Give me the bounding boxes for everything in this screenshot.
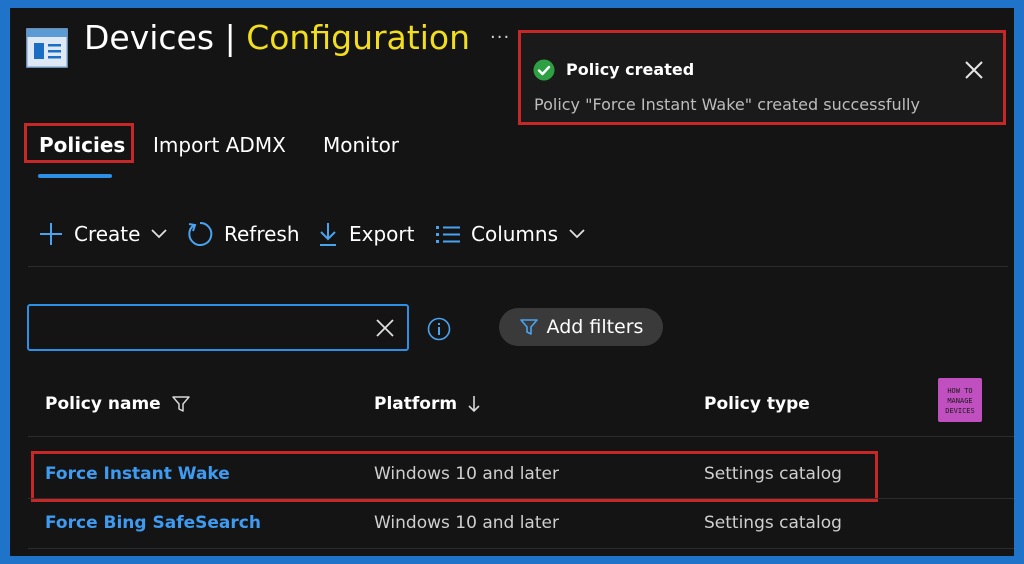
tab-import-admx[interactable]: Import ADMX — [153, 133, 286, 157]
filter-icon[interactable] — [171, 394, 191, 414]
table-header-divider — [28, 436, 1014, 437]
table-cell-platform: Windows 10 and later — [374, 513, 559, 533]
toast-title: Policy created — [566, 60, 695, 79]
success-check-icon — [533, 59, 555, 81]
chevron-down-icon — [151, 229, 168, 239]
page-title-devices: Devices — [84, 18, 215, 57]
logo-line-2: MANAGE — [947, 397, 973, 405]
page-title: Devices | Configuration — [84, 14, 470, 62]
watermark-logo: HOW TO MANAGE DEVICES — [938, 378, 982, 422]
policy-link-force-bing-safesearch[interactable]: Force Bing SafeSearch — [45, 513, 261, 533]
columns-button[interactable]: Columns — [435, 218, 586, 250]
columns-list-icon — [436, 226, 460, 243]
policy-name-header-label: Policy name — [45, 394, 161, 414]
sort-descending-icon — [468, 396, 480, 413]
create-button[interactable]: Create — [38, 218, 168, 250]
chevron-down-icon — [569, 229, 585, 239]
refresh-button[interactable]: Refresh — [186, 218, 300, 250]
toast-message: Policy "Force Instant Wake" created succ… — [534, 95, 920, 114]
table-row-divider — [28, 548, 1014, 549]
filter-icon — [519, 319, 538, 335]
clear-search-icon[interactable] — [373, 316, 397, 340]
selected-tab-indicator — [38, 174, 112, 178]
add-filters-label: Add filters — [546, 316, 644, 338]
create-label: Create — [74, 222, 141, 246]
table-cell-policy-type: Settings catalog — [704, 513, 842, 533]
refresh-icon — [188, 221, 213, 246]
close-icon[interactable] — [961, 57, 987, 83]
tab-monitor[interactable]: Monitor — [323, 133, 399, 157]
logo-line-1: HOW TO — [947, 387, 973, 395]
plus-icon — [40, 223, 62, 245]
download-icon — [320, 223, 336, 246]
policies-tab-annotation-box — [24, 123, 134, 163]
export-label: Export — [349, 222, 415, 246]
search-box[interactable] — [27, 304, 409, 351]
column-header-policy-type[interactable]: Policy type — [704, 394, 810, 414]
configuration-page-icon — [26, 28, 68, 68]
table-row-divider — [28, 498, 1014, 499]
column-header-platform[interactable]: Platform — [374, 394, 481, 414]
page-title-configuration: Configuration — [246, 18, 470, 57]
highlighted-row-annotation-box — [31, 451, 878, 502]
portal-frame: Devices | Configuration ... Policy creat… — [10, 8, 1014, 556]
platform-header-label: Platform — [374, 394, 458, 414]
search-input[interactable] — [37, 314, 361, 342]
toolbar-divider — [28, 266, 1008, 267]
notification-toast: Policy created Policy "Force Instant Wak… — [518, 30, 1006, 125]
column-header-policy-name[interactable]: Policy name — [45, 394, 191, 414]
export-button[interactable]: Export — [317, 218, 414, 250]
info-icon[interactable] — [427, 317, 451, 341]
refresh-label: Refresh — [224, 222, 300, 246]
policy-type-header-label: Policy type — [704, 394, 810, 414]
logo-line-3: DEVICES — [945, 407, 975, 415]
add-filters-button[interactable]: Add filters — [499, 308, 663, 346]
columns-label: Columns — [471, 222, 559, 246]
page-title-separator: | — [224, 18, 236, 57]
more-options-button[interactable]: ... — [490, 22, 510, 43]
